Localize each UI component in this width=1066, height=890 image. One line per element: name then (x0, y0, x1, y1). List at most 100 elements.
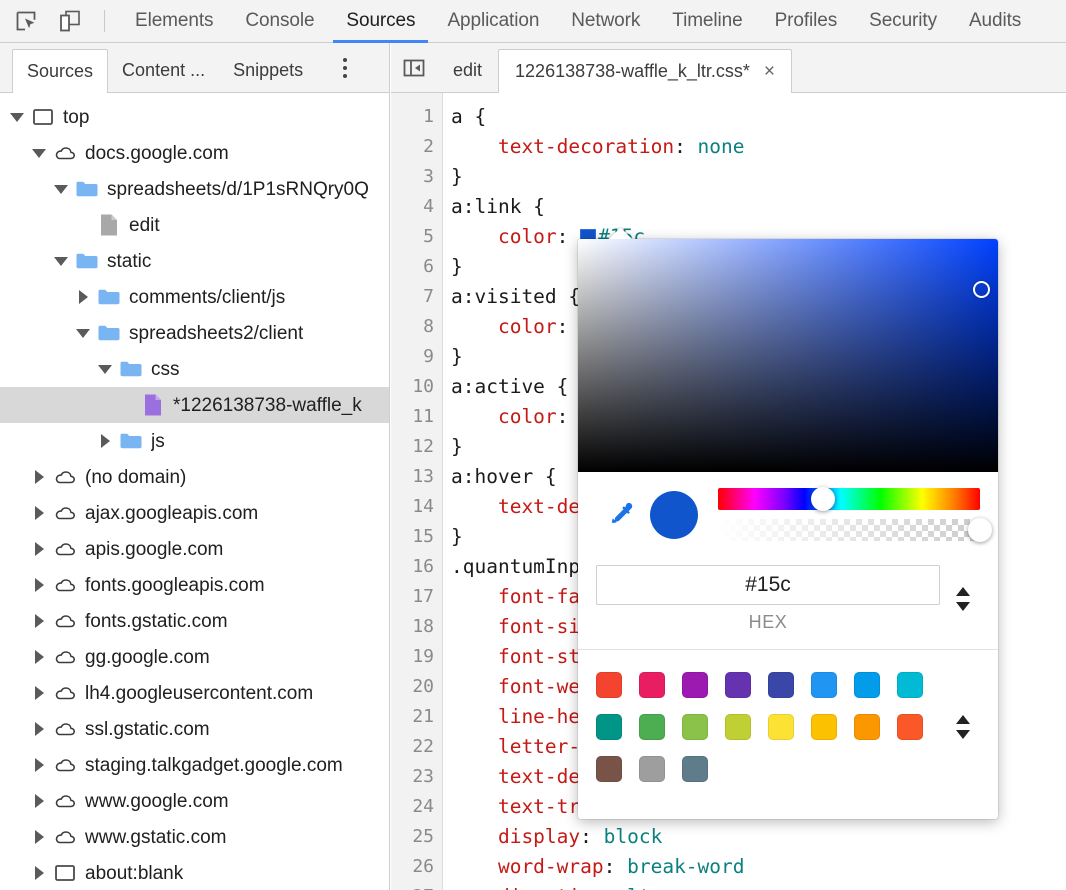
palette-swatch[interactable] (725, 714, 751, 740)
code-line[interactable]: } (451, 162, 1066, 192)
tree-item[interactable]: *1226138738-waffle_k (0, 387, 389, 423)
close-icon[interactable]: × (764, 62, 775, 81)
palette-swatch[interactable] (639, 756, 665, 782)
tree-item[interactable]: (no domain) (0, 459, 389, 495)
tree-item[interactable]: ssl.gstatic.com (0, 711, 389, 747)
palette-chevron-up-icon[interactable] (956, 715, 970, 724)
tree-item[interactable]: js (0, 423, 389, 459)
tree-item[interactable]: spreadsheets2/client (0, 315, 389, 351)
chevron-right-icon[interactable] (30, 542, 48, 556)
navigator-tab-sources[interactable]: Sources (12, 49, 108, 93)
palette-swatch[interactable] (596, 672, 622, 698)
palette-swatch[interactable] (682, 756, 708, 782)
palette-swatch[interactable] (811, 672, 837, 698)
color-picker-popover[interactable]: HEX (578, 239, 998, 819)
tree-item[interactable]: staging.talkgadget.google.com (0, 747, 389, 783)
chevron-right-icon[interactable] (30, 614, 48, 628)
palette-spinner[interactable] (946, 664, 980, 790)
chevron-down-icon[interactable] (96, 365, 114, 374)
palette-swatch[interactable] (596, 756, 622, 782)
tab-security[interactable]: Security (853, 0, 953, 43)
chevron-right-icon[interactable] (30, 650, 48, 664)
tab-timeline[interactable]: Timeline (656, 0, 758, 43)
palette-swatch[interactable] (811, 714, 837, 740)
tree-item[interactable]: lh4.googleusercontent.com (0, 675, 389, 711)
chevron-down-icon[interactable] (30, 149, 48, 158)
editor-tab-edit[interactable]: edit (437, 49, 498, 92)
tab-console[interactable]: Console (229, 0, 330, 43)
chevron-right-icon[interactable] (30, 866, 48, 880)
tree-item[interactable]: fonts.googleapis.com (0, 567, 389, 603)
tree-item[interactable]: top (0, 99, 389, 135)
chevron-down-icon[interactable] (52, 257, 70, 266)
tree-item[interactable]: docs.google.com (0, 135, 389, 171)
palette-swatch[interactable] (897, 672, 923, 698)
tree-item[interactable]: gg.google.com (0, 639, 389, 675)
chevron-right-icon[interactable] (30, 578, 48, 592)
eyedropper-icon[interactable] (596, 500, 644, 530)
tab-audits[interactable]: Audits (953, 0, 1037, 43)
chevron-down-icon[interactable] (52, 185, 70, 194)
more-options-icon[interactable] (325, 43, 365, 92)
tree-item[interactable]: comments/client/js (0, 279, 389, 315)
tab-elements[interactable]: Elements (119, 0, 229, 43)
tree-item[interactable]: about:blank (0, 855, 389, 890)
navigator-tab-snippets[interactable]: Snippets (219, 49, 317, 92)
palette-swatch[interactable] (854, 672, 880, 698)
palette-swatch[interactable] (682, 714, 708, 740)
palette-swatch[interactable] (897, 714, 923, 740)
alpha-slider-knob[interactable] (968, 518, 992, 542)
chevron-right-icon[interactable] (30, 506, 48, 520)
palette-swatch[interactable] (639, 672, 665, 698)
chevron-right-icon[interactable] (30, 794, 48, 808)
chevron-down-icon[interactable] (8, 113, 26, 122)
code-line[interactable]: text-decoration: none (451, 132, 1066, 162)
chevron-right-icon[interactable] (30, 830, 48, 844)
chevron-right-icon[interactable] (30, 758, 48, 772)
chevron-right-icon[interactable] (30, 686, 48, 700)
palette-swatch[interactable] (725, 672, 751, 698)
chevron-right-icon[interactable] (96, 434, 114, 448)
chevron-down-icon[interactable] (74, 329, 92, 338)
tab-network[interactable]: Network (555, 0, 656, 43)
palette-swatch[interactable] (682, 672, 708, 698)
hex-value-input[interactable] (596, 565, 940, 605)
device-toolbar-icon[interactable] (52, 3, 88, 39)
hue-slider-knob[interactable] (811, 487, 835, 511)
code-line[interactable]: direction: ltr (451, 882, 1066, 890)
editor-tab-css-file[interactable]: 1226138738-waffle_k_ltr.css* × (498, 49, 792, 93)
code-line[interactable]: word-wrap: break-word (451, 852, 1066, 882)
palette-swatch[interactable] (854, 714, 880, 740)
tree-item[interactable]: edit (0, 207, 389, 243)
navigator-tab-content[interactable]: Content ... (108, 49, 219, 92)
chevron-right-icon[interactable] (30, 722, 48, 736)
inspect-element-icon[interactable] (8, 3, 44, 39)
chevron-down-icon[interactable] (956, 602, 970, 611)
tree-item[interactable]: static (0, 243, 389, 279)
tab-application[interactable]: Application (431, 0, 555, 43)
code-line[interactable]: a:link { (451, 192, 1066, 222)
chevron-right-icon[interactable] (30, 470, 48, 484)
palette-swatch[interactable] (639, 714, 665, 740)
tree-item[interactable]: spreadsheets/d/1P1sRNQry0Q (0, 171, 389, 207)
chevron-up-icon[interactable] (956, 587, 970, 596)
palette-swatch[interactable] (768, 714, 794, 740)
tree-item[interactable]: apis.google.com (0, 531, 389, 567)
code-line[interactable]: a { (451, 102, 1066, 132)
tree-item[interactable]: www.google.com (0, 783, 389, 819)
collapse-navigator-icon[interactable] (391, 43, 437, 92)
palette-chevron-down-icon[interactable] (956, 730, 970, 739)
color-palette[interactable] (596, 664, 940, 790)
tree-item[interactable]: css (0, 351, 389, 387)
hue-slider[interactable] (718, 488, 980, 510)
color-spectrum-area[interactable] (578, 239, 998, 472)
tree-item[interactable]: ajax.googleapis.com (0, 495, 389, 531)
chevron-right-icon[interactable] (74, 290, 92, 304)
palette-swatch[interactable] (596, 714, 622, 740)
tree-item[interactable]: fonts.gstatic.com (0, 603, 389, 639)
code-line[interactable]: display: block (451, 822, 1066, 852)
spectrum-knob[interactable] (973, 281, 990, 298)
color-format-spinner[interactable] (946, 587, 980, 611)
tab-profiles[interactable]: Profiles (759, 0, 854, 43)
palette-swatch[interactable] (768, 672, 794, 698)
